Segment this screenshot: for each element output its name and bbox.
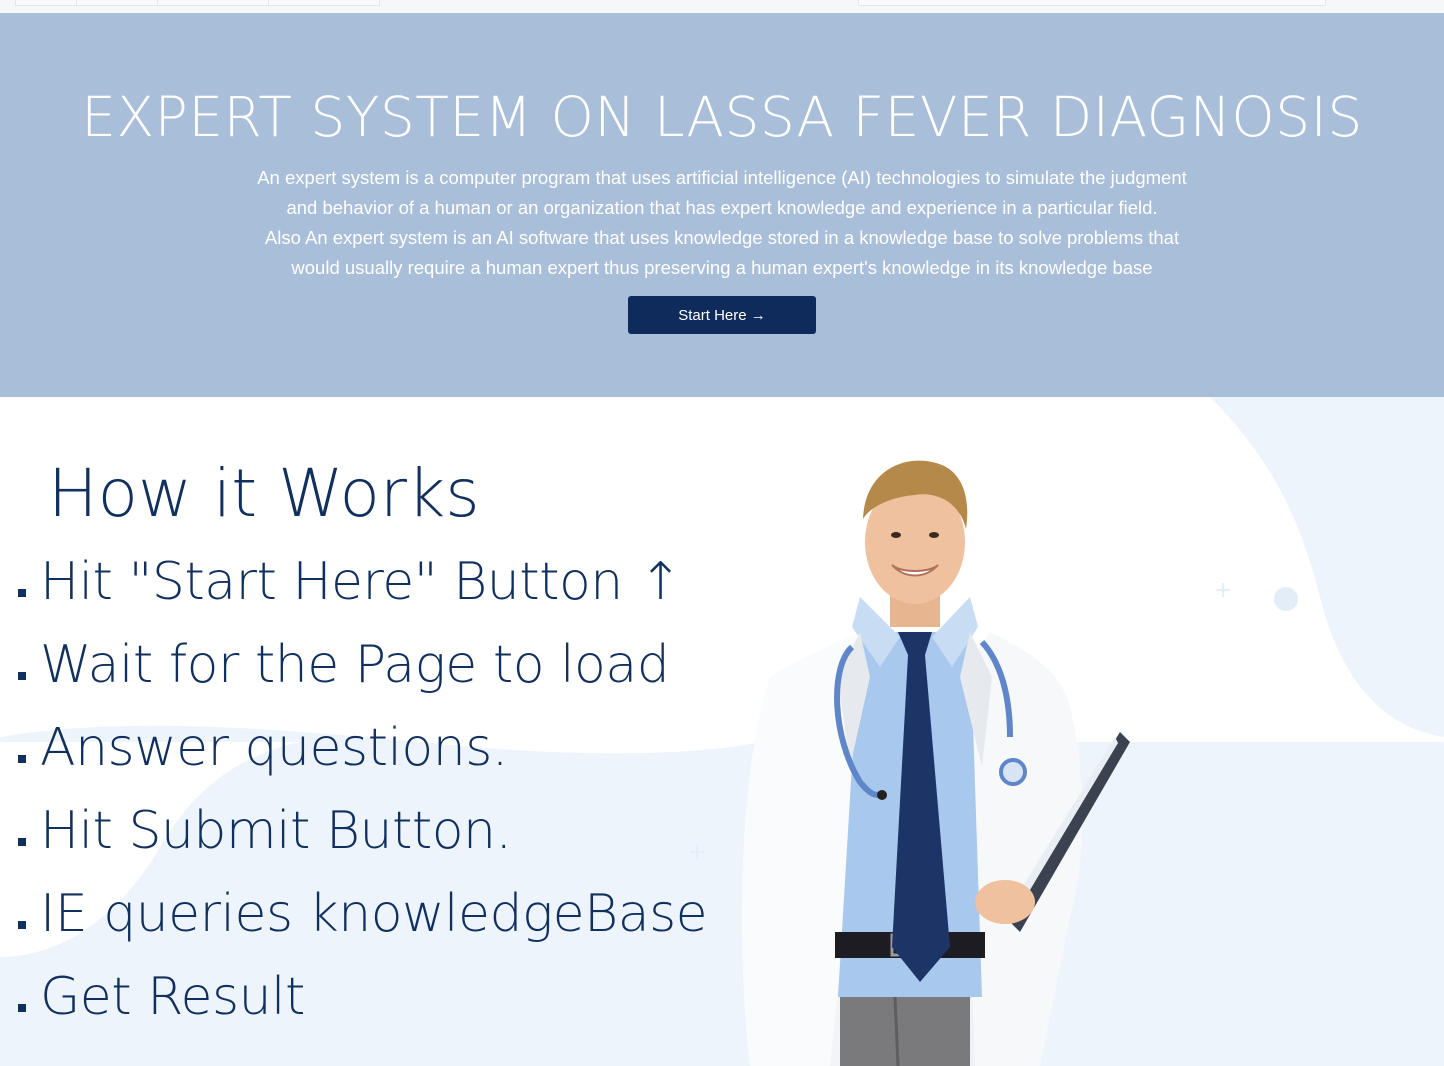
doctor-illustration-icon xyxy=(741,460,1130,1066)
hero-description: An expert system is a computer program t… xyxy=(172,163,1272,283)
hero-description-line: and behavior of a human or an organizati… xyxy=(286,197,1158,218)
step-item: Answer questions. xyxy=(18,706,707,789)
square-bullet-icon xyxy=(18,920,26,929)
square-bullet-icon xyxy=(18,837,26,846)
step-item: Wait for the Page to load xyxy=(18,623,707,706)
hero-section: EXPERT SYSTEM ON LASSA FEVER DIAGNOSIS A… xyxy=(0,13,1444,397)
hero-description-line: Also An expert system is an AI software … xyxy=(264,227,1180,248)
hero-description-line: would usually require a human expert thu… xyxy=(291,257,1153,278)
step-text: Answer questions. xyxy=(40,717,508,778)
square-bullet-icon xyxy=(18,1003,26,1012)
step-text: Wait for the Page to load xyxy=(40,634,670,695)
step-item: IE queries knowledgeBase xyxy=(18,872,708,955)
step-text: Hit Submit Button. xyxy=(40,800,512,861)
nav-tab[interactable] xyxy=(268,0,380,6)
top-navbar-strip xyxy=(0,0,1444,13)
square-bullet-icon xyxy=(18,588,26,597)
nav-tab[interactable] xyxy=(76,0,158,6)
steps-list: Hit "Start Here" Button ↑ Wait for the P… xyxy=(18,540,708,1038)
svg-text:+: + xyxy=(1214,578,1232,603)
step-item: Hit "Start Here" Button ↑ xyxy=(18,540,707,623)
hero-description-line: An expert system is a computer program t… xyxy=(257,167,1187,188)
nav-tab[interactable] xyxy=(157,0,269,6)
how-it-works-title: How it Works xyxy=(48,455,480,532)
nav-tab[interactable] xyxy=(15,0,77,6)
square-bullet-icon xyxy=(18,754,26,763)
how-it-works-section: + + How it Works Hit "Start Here" Button… xyxy=(0,397,1444,1066)
step-text: IE queries knowledgeBase xyxy=(40,883,708,944)
step-text: Hit "Start Here" Button ↑ xyxy=(40,551,682,612)
square-bullet-icon xyxy=(18,671,26,680)
step-text: Get Result xyxy=(40,966,305,1027)
step-item: Get Result xyxy=(18,955,707,1038)
start-here-button[interactable]: Start Here → xyxy=(628,296,816,334)
step-item: Hit Submit Button. xyxy=(18,789,707,872)
hero-title: EXPERT SYSTEM ON LASSA FEVER DIAGNOSIS xyxy=(81,85,1363,149)
search-bar[interactable] xyxy=(858,0,1326,6)
